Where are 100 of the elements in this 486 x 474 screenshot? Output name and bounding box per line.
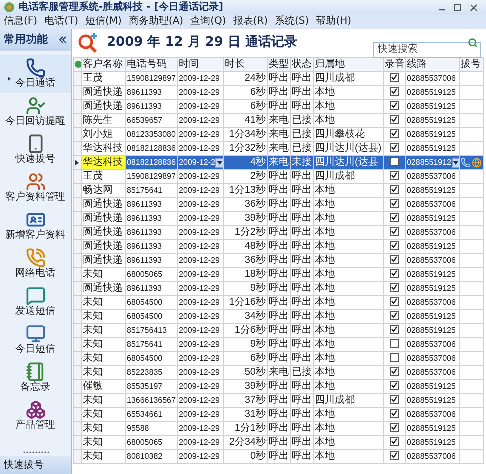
phone-icon[interactable] — [461, 158, 471, 168]
table-row[interactable]: 华达科技 08182128836 2009-12-2 4秒 来电 未接 四川达川(达县 0288551912 — [74, 156, 484, 170]
checkbox[interactable] — [390, 325, 399, 334]
checkbox[interactable] — [390, 101, 399, 110]
checkbox[interactable] — [390, 283, 399, 292]
search-icon[interactable] — [468, 38, 478, 48]
table-cell: 89611393 — [126, 212, 178, 226]
checkbox[interactable] — [390, 451, 399, 460]
sidebar-item[interactable]: 新增客户资料 — [0, 207, 71, 245]
menu-item[interactable]: 查询(Q) — [190, 17, 226, 27]
checkbox[interactable] — [390, 381, 399, 390]
table-row[interactable]: 未知 80810382 2009-12-29 0秒 呼出 呼出 本地 02885537006 — [74, 450, 484, 464]
table-row[interactable]: 未知 68054500 2009-12-29 6秒 呼出 呼出 本地 02885537006 — [74, 352, 484, 366]
sidebar-item[interactable]: 网络电话 — [0, 245, 71, 283]
table-row[interactable]: 陈先生 66539657 2009-12-29 41秒 来电 已接 本地 02885519125 — [74, 114, 484, 128]
table-cell: 1分1秒 — [224, 422, 268, 436]
table-cell: 02885519125 — [406, 422, 460, 436]
table-cell: 02885537006 — [406, 254, 460, 268]
checkbox[interactable] — [390, 367, 399, 376]
checkbox[interactable] — [390, 395, 399, 404]
menu-item[interactable]: 报表(R) — [233, 17, 268, 27]
table-row[interactable]: 王茂 15908129897 2009-12-29 2秒 呼出 呼出 四川成都 02885537006 — [74, 170, 484, 184]
table-cell: 02885519125 — [406, 282, 460, 296]
table-cell: 2009-12-29 — [178, 296, 224, 310]
maximize-icon[interactable] — [454, 4, 462, 12]
table-cell: 0288551912 — [407, 158, 452, 166]
sidebar-item[interactable]: 备忘录 — [0, 359, 71, 397]
table-cell: 2009-12-29 — [178, 114, 224, 128]
table-row[interactable]: 催敏 85535197 2009-12-29 39秒 呼出 呼出 本地 02885519125 — [74, 380, 484, 394]
table-cell: 08182128836 — [126, 156, 178, 170]
checkbox[interactable] — [390, 297, 399, 306]
table-cell: 02885519125 — [406, 324, 460, 338]
checkbox[interactable] — [390, 87, 399, 96]
checkbox[interactable] — [390, 423, 399, 432]
table-cell: 本地 — [314, 240, 384, 254]
search-field[interactable]: 快速搜索 — [373, 42, 481, 58]
checkbox[interactable] — [390, 143, 399, 152]
table-row[interactable]: 王茂 15908129897 2009-12-29 24秒 呼出 呼出 四川成都 02885537006 — [74, 72, 484, 86]
checkbox[interactable] — [390, 213, 399, 222]
checkbox[interactable] — [390, 353, 399, 362]
table-row[interactable]: 未知 68005065 2009-12-29 2分34秒 呼出 呼出 本地 02885519125 — [74, 436, 484, 450]
table-cell: 50秒 — [224, 366, 268, 380]
checkbox[interactable] — [390, 311, 399, 320]
checkbox[interactable] — [390, 339, 399, 348]
table-cell: 68054500 — [126, 296, 178, 310]
checkbox[interactable] — [390, 241, 399, 250]
table-row[interactable]: 未知 68054500 2009-12-29 1分16秒 呼出 呼出 本地 02885537006 — [74, 296, 484, 310]
table-row[interactable]: 华达科技 08182128836 2009-12-29 1分32秒 来电 已接 四川达川(达县) 02885519125 — [74, 142, 484, 156]
table-cell: 本地 — [314, 380, 384, 394]
message-icon — [26, 286, 46, 306]
sidebar-footer[interactable]: 快速拔号 — [0, 456, 71, 474]
menu-item[interactable]: 商务助理(A) — [128, 17, 184, 27]
table-row[interactable]: 未知 85223835 2009-12-29 50秒 来电 已接 本地 02885537006 — [74, 366, 484, 380]
checkbox[interactable] — [390, 157, 399, 166]
close-icon[interactable] — [470, 4, 478, 12]
collapse-icon[interactable] — [59, 36, 67, 44]
table-row[interactable]: 未知 95588 2009-12-29 1分1秒 呼出 呼出 本地 02885519125 — [74, 422, 484, 436]
table-cell: 本地 — [314, 310, 384, 324]
sidebar-item[interactable]: 发送短信 — [0, 283, 71, 321]
table-cell: 89611393 — [126, 282, 178, 296]
sidebar-item[interactable]: 产品管理 — [0, 397, 71, 435]
sidebar-item[interactable]: 今日通话 — [0, 55, 71, 93]
sidebar-item[interactable]: 客户资料管理 — [0, 169, 71, 207]
table-cell: 85535197 — [126, 380, 178, 394]
table-cell: 02885519125 — [406, 212, 460, 226]
sidebar-item[interactable]: 今日回访提醒 — [0, 93, 71, 131]
menu-item[interactable]: 系统(S) — [275, 17, 310, 27]
menu-item[interactable]: 帮助(H) — [316, 17, 352, 27]
table-row[interactable]: 未知 65534661 2009-12-29 31秒 呼出 呼出 本地 02885537006 — [74, 408, 484, 422]
menu-item[interactable]: 短信(M) — [85, 17, 122, 27]
menu-item[interactable]: 信息(F) — [4, 17, 38, 27]
sidebar-item[interactable]: 快速拔号 — [0, 131, 71, 169]
table-row[interactable]: 畅达网 85175641 2009-12-29 1分13秒 呼出 呼出 本地 02885519125 — [74, 184, 484, 198]
table-cell: 未知 — [82, 310, 126, 324]
checkbox[interactable] — [390, 115, 399, 124]
checkbox[interactable] — [390, 255, 399, 264]
checkbox[interactable] — [390, 227, 399, 236]
checkbox[interactable] — [390, 437, 399, 446]
checkbox[interactable] — [390, 269, 399, 278]
table-cell: 未知 — [82, 436, 126, 450]
checkbox[interactable] — [390, 409, 399, 418]
grip-icon[interactable] — [22, 451, 48, 454]
table-row[interactable]: 未知 68005065 2009-12-29 18秒 呼出 呼出 本地 02885519125 — [74, 268, 484, 282]
table-row[interactable]: 未知 85175641 2009-12-29 9秒 呼出 呼出 本地 02885537006 — [74, 338, 484, 352]
checkbox[interactable] — [390, 199, 399, 208]
table-cell: 68054500 — [126, 310, 178, 324]
table-row[interactable]: 未知 851756413 2009-12-29 1分6秒 呼出 呼出 本地 02885519125 — [74, 324, 484, 338]
checkbox[interactable] — [390, 73, 399, 82]
menu-item[interactable]: 电话(T) — [44, 17, 78, 27]
sidebar-item[interactable]: 今日短信 — [0, 321, 71, 359]
checkbox[interactable] — [390, 129, 399, 138]
table-cell: 本地 — [314, 352, 384, 366]
table-row[interactable]: 未知 68054500 2009-12-29 34秒 呼出 呼出 本地 02885519125 — [74, 310, 484, 324]
table-cell: 41秒 — [224, 114, 268, 128]
globe-icon[interactable] — [472, 158, 482, 168]
dropdown-button[interactable] — [215, 158, 222, 168]
table-row[interactable]: 未知 13666136567 2009-12-29 37秒 呼出 呼出 四川成都 02885519125 — [74, 394, 484, 408]
checkbox[interactable] — [390, 171, 399, 180]
dropdown-button[interactable] — [452, 158, 458, 168]
checkbox[interactable] — [390, 185, 399, 194]
